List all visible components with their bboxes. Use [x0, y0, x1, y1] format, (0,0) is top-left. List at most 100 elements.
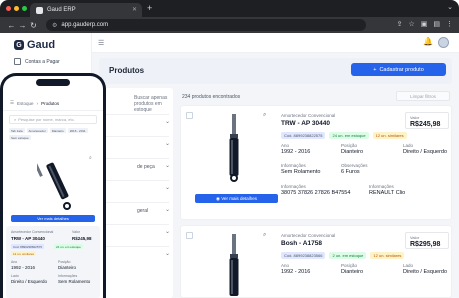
mobile-product-card: Amortecedor Convencional TRW - AP 30440 …: [6, 226, 100, 298]
filter-chip[interactable]: Tab 1ata: [9, 128, 25, 133]
user-avatar[interactable]: [438, 37, 449, 48]
filter-chip[interactable]: 2016 - 2011: [67, 128, 88, 133]
product-select-checkbox[interactable]: [186, 232, 193, 239]
filters-panel: Buscar apenas produtos em estoque ⌄ ⌄ de…: [99, 88, 173, 298]
zoom-icon[interactable]: ⌕: [89, 155, 92, 161]
filter-group-1-chevron-icon[interactable]: ⌄: [165, 118, 170, 125]
stock-badge: 24 un. em estoque: [54, 244, 83, 249]
brand-mark-icon: G: [14, 40, 24, 50]
maximize-window-button[interactable]: [22, 6, 27, 11]
close-tab-icon[interactable]: ✕: [132, 6, 137, 13]
url-field[interactable]: ⚙ app.gauderp.com: [46, 19, 366, 31]
zoom-icon[interactable]: ⌕: [263, 232, 266, 239]
product-card: ⌕ ◉ Ver mais detalhes Amortecedor Conven…: [180, 105, 452, 220]
notifications-bell-icon[interactable]: 🔔: [423, 37, 433, 46]
product-badges: Cód. 8899238822575 24 un. em estoque 12 …: [281, 132, 407, 139]
brand-logo[interactable]: G Gaud: [14, 39, 55, 51]
product-name: TRW - AP 30440: [11, 236, 45, 241]
filter-chip[interactable]: Sem estoque: [9, 135, 31, 140]
view-details-label: Ver mais detalhes: [221, 196, 257, 201]
filter-group-label[interactable]: geral: [137, 208, 148, 214]
new-product-label: Cadastrar produto: [379, 66, 424, 73]
filter-chips: Tab 1ata Amortecedor Dianteiro 2016 - 20…: [9, 128, 99, 140]
page-header: Produtos + Cadastrar produto: [99, 58, 452, 84]
bookmark-star-icon[interactable]: ☆: [408, 20, 414, 28]
product-price: R$245,98: [410, 121, 441, 128]
view-details-button[interactable]: Ver mais detalhes: [11, 215, 95, 222]
close-window-button[interactable]: [6, 6, 11, 11]
year-label: Ano: [11, 260, 18, 264]
similar-badge: 12 un. similares: [372, 132, 407, 139]
extensions-icon[interactable]: ▣: [421, 20, 428, 28]
filter-divider: [103, 180, 169, 181]
screenshot-stage: Gaud ERP ✕ + ⌄ ← → ↻ ⚙ app.gauderp.com ⇪…: [0, 0, 459, 298]
address-bar-row: ← → ↻ ⚙ app.gauderp.com ⇪ ☆ ▣ ▤ ⋮: [0, 17, 459, 33]
references-label: Informações: [281, 184, 306, 189]
side-label: Lado: [403, 263, 414, 268]
sidepanel-icon[interactable]: ▤: [433, 20, 440, 28]
back-arrow-icon[interactable]: ←: [6, 21, 17, 30]
code-badge: Cód. 8899238822575: [281, 132, 326, 139]
menu-toggle-icon[interactable]: ☰: [98, 39, 104, 47]
filter-group-4-chevron-icon[interactable]: ⌄: [165, 184, 170, 191]
minimize-window-button[interactable]: [14, 6, 19, 11]
filter-group-5-chevron-icon[interactable]: ⌄: [165, 206, 170, 213]
filter-chip[interactable]: Dianteiro: [49, 128, 66, 133]
filter-divider: [103, 202, 169, 203]
info-label: Informações: [281, 163, 306, 168]
phone-mockup: ☰ Estoque › Produtos ⌕ Pesquise por nome…: [0, 73, 106, 298]
product-price-box: Valor R$295,98: [405, 232, 449, 249]
filter-group-label[interactable]: de peça: [137, 164, 155, 170]
browser-tab[interactable]: Gaud ERP ✕: [30, 3, 142, 17]
position-value: Dianteiro: [341, 149, 364, 155]
results-panel: 234 produtos encontrados Limpar filtros …: [180, 88, 452, 298]
product-select-checkbox[interactable]: [186, 112, 193, 119]
clear-filters-button[interactable]: Limpar filtros: [396, 91, 450, 101]
position-label: Posição: [341, 143, 358, 148]
tab-search-chevron-icon[interactable]: ⌄: [447, 3, 453, 11]
site-info-icon[interactable]: ⚙: [52, 22, 57, 29]
stock-badge: 24 un. em estoque: [329, 132, 369, 139]
reload-icon[interactable]: ↻: [28, 21, 39, 30]
menu-toggle-icon[interactable]: ☰: [10, 100, 14, 106]
price-label: Valor: [72, 230, 80, 234]
search-icon: ⌕: [14, 117, 17, 122]
side-value: Direito / Esquerdo: [11, 279, 48, 284]
main-content: Produtos + Cadastrar produto Buscar apen…: [92, 53, 459, 298]
filter-group-7-chevron-icon[interactable]: ⌄: [165, 250, 170, 257]
sidebar-item-contas-a-pagar[interactable]: Contas a Pagar: [14, 58, 60, 65]
year-value: 1992 - 2016: [281, 149, 311, 155]
filter-group-2-chevron-icon[interactable]: ⌄: [165, 140, 170, 147]
search-placeholder: Pesquise por nome, marca, etc.: [18, 117, 75, 122]
shock-absorber-image[interactable]: [199, 232, 269, 298]
phone-notch: [36, 79, 70, 86]
info-value: Sem Rolamento: [281, 169, 321, 175]
side-value: Direito / Esquerdo: [403, 149, 448, 155]
filter-in-stock-label[interactable]: Buscar apenas produtos em estoque: [134, 95, 174, 113]
tab-bar: Gaud ERP ✕ + ⌄: [0, 0, 459, 17]
breadcrumb-parent[interactable]: Estoque: [17, 101, 34, 106]
share-icon[interactable]: ⇪: [397, 20, 403, 28]
browser-menu-icon[interactable]: ⋮: [446, 20, 453, 28]
tab-title: Gaud ERP: [47, 7, 76, 13]
position-label: Posição: [341, 263, 358, 268]
payables-icon: [14, 58, 21, 65]
filter-group-6-chevron-icon[interactable]: ⌄: [165, 228, 170, 235]
filter-divider: [103, 114, 169, 115]
application-value: RENAULT Clio: [369, 190, 406, 196]
filter-group-3-chevron-icon[interactable]: ⌄: [165, 162, 170, 169]
filter-divider: [103, 136, 169, 137]
new-tab-icon[interactable]: +: [147, 3, 152, 13]
zoom-icon[interactable]: ⌕: [263, 112, 266, 119]
side-value: Direito / Esquerdo: [403, 269, 448, 275]
filter-divider: [103, 224, 169, 225]
view-details-button[interactable]: ◉ Ver mais detalhes: [195, 194, 278, 203]
filter-chip[interactable]: Amortecedor: [26, 128, 48, 133]
search-input[interactable]: ⌕ Pesquise por nome, marca, etc.: [9, 115, 97, 124]
new-product-button[interactable]: + Cadastrar produto: [351, 63, 446, 76]
shock-absorber-image[interactable]: [37, 148, 77, 212]
shock-absorber-image[interactable]: [199, 112, 269, 182]
forward-arrow-icon[interactable]: →: [17, 21, 28, 30]
code-badge: Cód. 8899238823566: [281, 252, 326, 259]
observations-label: Observações: [341, 163, 368, 168]
